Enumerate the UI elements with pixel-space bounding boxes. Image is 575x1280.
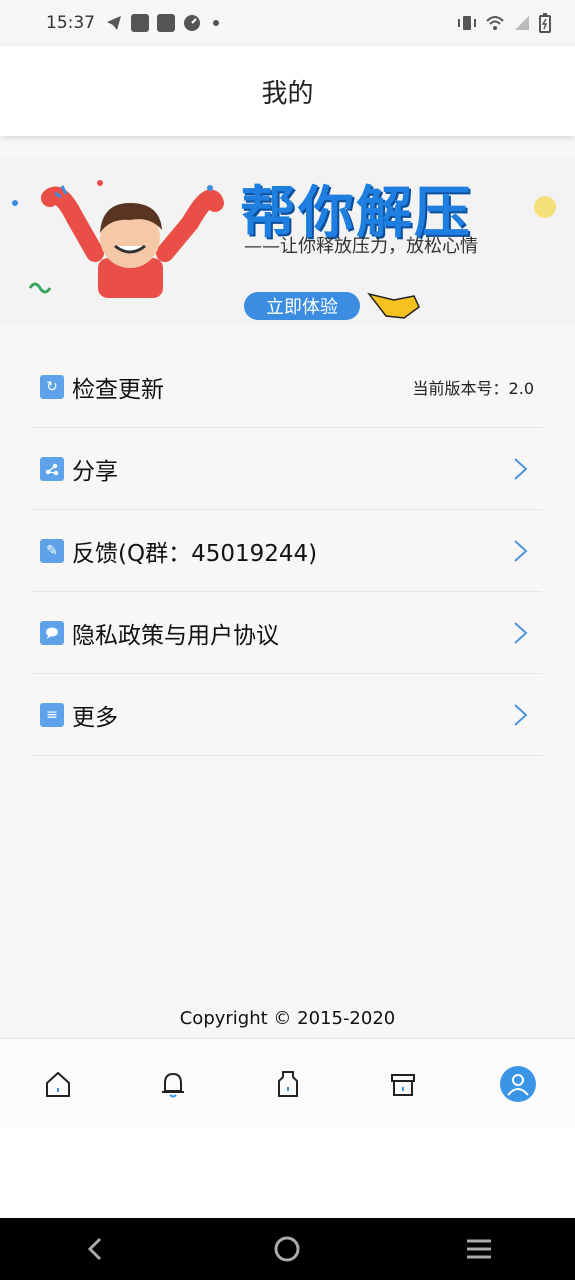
menu-item-label: 反馈(Q群：45019244) [72,540,318,567]
status-bar: 15:37 [0,0,575,46]
status-time: 15:37 [46,13,95,33]
refresh-icon: ↻ [40,374,64,399]
cheering-person-illustration [12,180,224,298]
home-icon [45,1071,70,1097]
content-area: 帮你解压 ——让你释放压力，放松心情 立即体验 ↻ 检查更新 当前版本号：2.0… [0,136,575,1128]
smiley-icon [534,196,556,218]
system-status [457,13,551,33]
speed-icon [184,15,200,31]
mail-icon [131,14,149,32]
system-navigation-bar [0,1218,575,1280]
menu-item-check-update[interactable]: ↻ 检查更新 当前版本号：2.0 [32,346,542,428]
empty-area [0,1128,575,1218]
menu-item-privacy[interactable]: 隐私政策与用户协议 [32,592,542,674]
tab-home[interactable] [34,1060,82,1108]
menu-item-feedback[interactable]: ✎ 反馈(Q群：45019244) [32,510,542,592]
chat-bubble-icon [40,620,64,645]
telegram-icon [107,16,121,30]
back-button[interactable] [66,1229,126,1269]
tab-bottle[interactable] [264,1060,312,1108]
recents-button[interactable] [449,1229,509,1269]
edit-icon: ✎ [40,538,64,563]
wifi-icon [486,16,504,30]
menu-item-label: 更多 [72,704,118,731]
menu-item-label: 检查更新 [72,376,164,403]
promo-banner[interactable]: 帮你解压 ——让你释放压力，放松心情 立即体验 [0,158,575,326]
list-icon: ≡ [40,702,64,727]
mail-icon-2 [157,14,175,32]
try-now-button[interactable]: 立即体验 [244,292,360,320]
page-title: 我的 [261,78,314,109]
menu-lines-icon [467,1239,492,1259]
menu-item-share[interactable]: 分享 [32,428,542,510]
tab-profile[interactable] [494,1060,542,1108]
profile-tab-highlight [499,1065,536,1102]
chevron-right-icon [514,703,528,726]
circle-home-icon [274,1236,300,1262]
battery-icon [539,13,551,33]
menu-item-more[interactable]: ≡ 更多 [32,674,542,756]
vibrate-icon [458,16,476,30]
banner-subtitle: ——让你释放压力，放松心情 [244,236,478,257]
bottom-tab-bar [0,1038,575,1128]
settings-menu: ↻ 检查更新 当前版本号：2.0 分享 ✎ 反馈(Q群：45019244) 隐私… [32,346,542,756]
notification-icons [105,14,219,32]
app-bar: 我的 [0,46,575,136]
chevron-right-icon [514,539,528,562]
tab-store[interactable] [379,1060,427,1108]
pointing-hand-icon [367,292,420,319]
chevron-right-icon [514,621,528,644]
bottle-icon [277,1070,298,1097]
version-number: 当前版本号：2.0 [412,378,534,398]
menu-item-label: 隐私政策与用户协议 [72,622,279,649]
copyright-text: Copyright © 2015-2020 [179,1008,396,1029]
menu-item-label: 分享 [72,458,118,485]
bell-icon [161,1072,184,1097]
store-icon [390,1073,415,1096]
tab-notifications[interactable] [149,1060,197,1108]
share-icon [40,456,64,481]
more-notifications-icon [213,20,219,26]
chevron-right-icon [514,457,528,480]
back-icon [87,1237,101,1261]
home-button[interactable] [257,1229,317,1269]
signal-icon [515,16,529,30]
user-icon [506,1073,529,1096]
